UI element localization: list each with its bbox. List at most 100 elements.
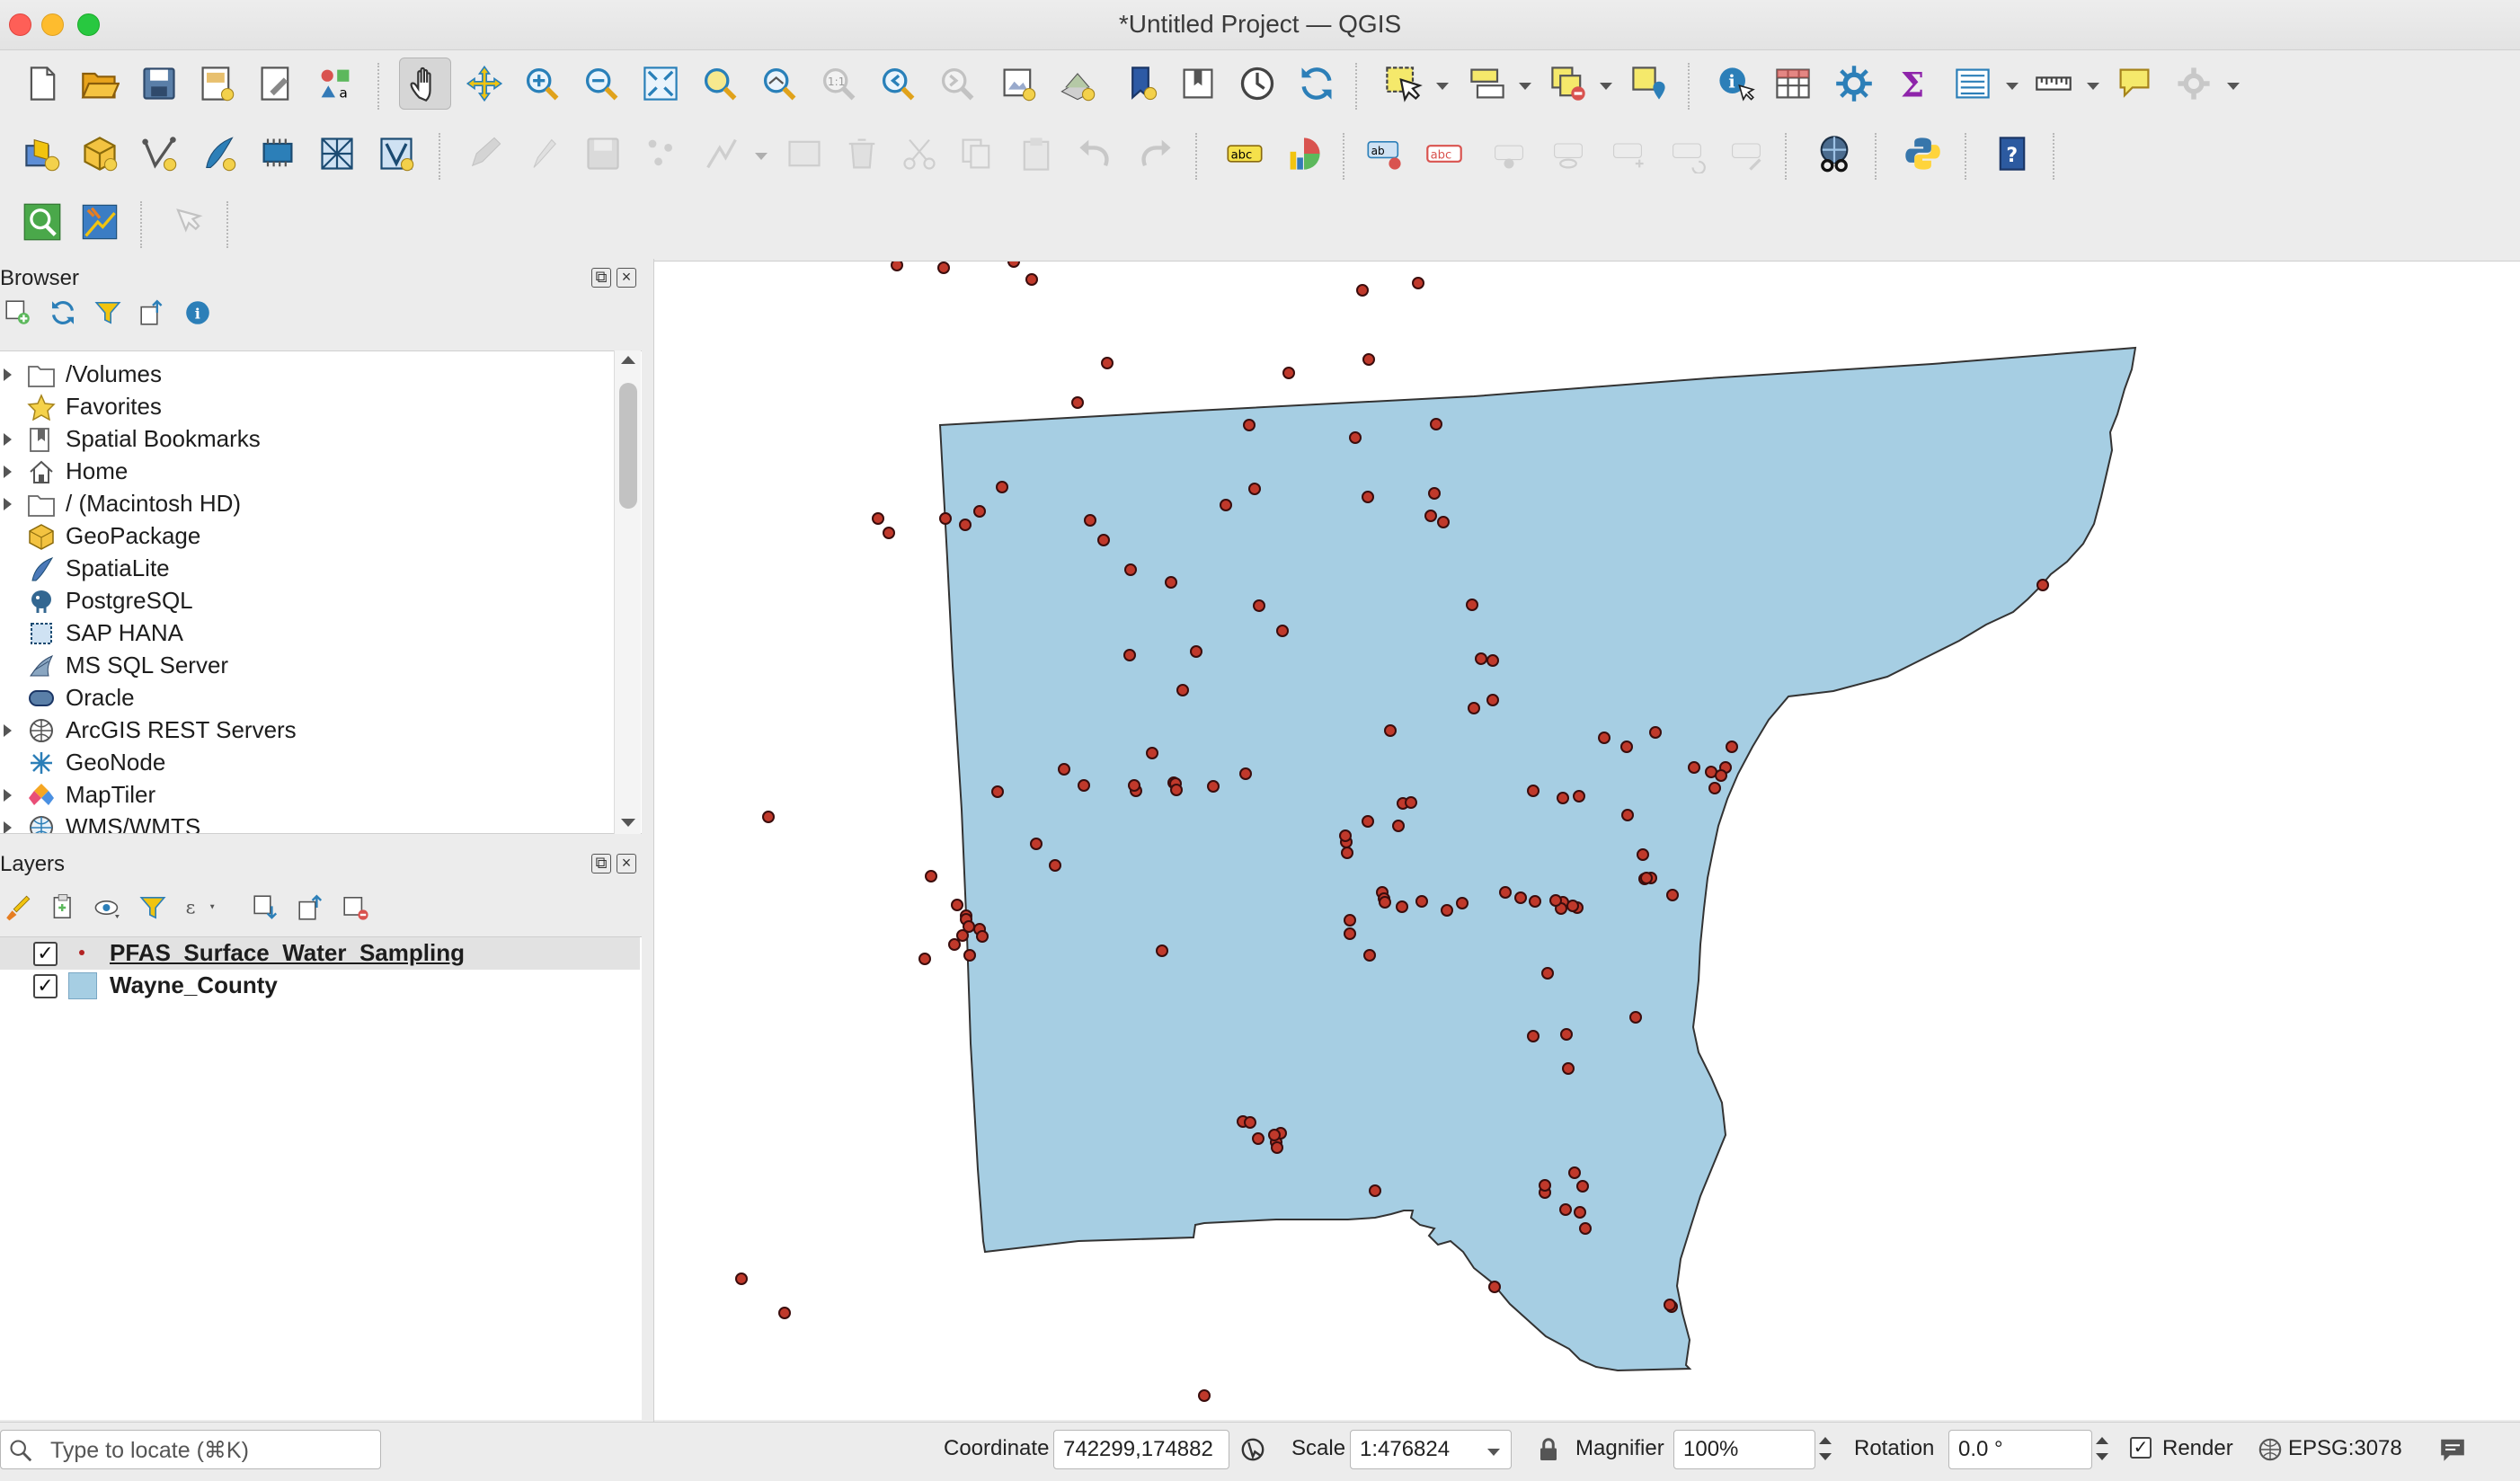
move-label-icon[interactable] bbox=[1602, 128, 1654, 180]
browser-scroll-thumb[interactable] bbox=[619, 383, 637, 509]
sample-point[interactable] bbox=[1424, 510, 1437, 522]
expand-all-icon[interactable] bbox=[248, 890, 284, 926]
sample-point[interactable] bbox=[1475, 652, 1487, 665]
sample-point[interactable] bbox=[1664, 1299, 1676, 1311]
zoom-native-resolution-icon[interactable]: 1:1 bbox=[812, 58, 865, 110]
help-contents-icon[interactable]: ? bbox=[1986, 128, 2038, 180]
layer-labeling-options-icon[interactable]: abc bbox=[1219, 128, 1271, 180]
wayne-county-polygon[interactable] bbox=[938, 346, 2137, 1372]
browser-item[interactable]: MapTiler bbox=[0, 779, 611, 811]
browser-item[interactable]: /Volumes bbox=[0, 359, 611, 391]
browser-item[interactable]: ArcGIS REST Servers bbox=[0, 714, 611, 747]
sample-point[interactable] bbox=[1621, 809, 1634, 821]
sample-point[interactable] bbox=[1527, 1030, 1540, 1042]
sample-point[interactable] bbox=[1568, 1166, 1581, 1179]
sample-point[interactable] bbox=[2036, 579, 2049, 591]
sample-point[interactable] bbox=[1268, 1129, 1281, 1141]
attribute-dropdown-arrow[interactable] bbox=[2006, 83, 2019, 90]
sample-point[interactable] bbox=[925, 870, 937, 882]
deselect-features-icon[interactable] bbox=[1542, 58, 1594, 110]
scale-dropdown-arrow[interactable] bbox=[1487, 1449, 1500, 1456]
filter-by-expression-icon[interactable]: ε bbox=[180, 890, 225, 926]
sample-point[interactable] bbox=[1207, 780, 1220, 793]
sample-point[interactable] bbox=[1384, 724, 1397, 737]
sample-point[interactable] bbox=[1253, 599, 1265, 612]
sample-point[interactable] bbox=[1562, 1062, 1575, 1075]
select-dropdown-arrow[interactable] bbox=[1436, 83, 1449, 90]
sample-point[interactable] bbox=[1726, 740, 1738, 753]
sample-point[interactable] bbox=[1640, 872, 1653, 884]
sample-point[interactable] bbox=[937, 262, 950, 274]
sample-point[interactable] bbox=[1529, 895, 1541, 908]
browser-item[interactable]: Oracle bbox=[0, 682, 611, 714]
sample-point[interactable] bbox=[762, 811, 775, 823]
new-3d-map-view-icon[interactable] bbox=[1051, 58, 1104, 110]
filter-browser-icon[interactable] bbox=[90, 295, 126, 331]
measure-line-icon[interactable] bbox=[2028, 58, 2080, 110]
zoom-next-icon[interactable] bbox=[931, 58, 983, 110]
sample-point[interactable] bbox=[1369, 1184, 1381, 1197]
browser-item[interactable]: GeoNode bbox=[0, 747, 611, 779]
digitize-point-icon[interactable] bbox=[636, 128, 688, 180]
settings-dropdown-arrow[interactable] bbox=[2227, 83, 2240, 90]
sample-point[interactable] bbox=[1412, 277, 1424, 289]
pan-map-icon[interactable] bbox=[399, 58, 451, 110]
modify-attributes-icon[interactable] bbox=[778, 128, 830, 180]
identify-features-icon[interactable]: i bbox=[1709, 58, 1761, 110]
expand-arrow-icon[interactable] bbox=[4, 368, 12, 381]
plugin-settings-icon[interactable] bbox=[2168, 58, 2220, 110]
layers-tree[interactable]: ✓ PFAS_Surface_Water_Sampling ✓ Wayne_Co… bbox=[0, 936, 642, 1420]
browser-item[interactable]: Spatial Bookmarks bbox=[0, 423, 611, 456]
python-console-icon[interactable] bbox=[1896, 128, 1948, 180]
sample-point[interactable] bbox=[1101, 357, 1114, 369]
measure-pointer-icon[interactable] bbox=[162, 196, 214, 248]
browser-item[interactable]: GeoPackage bbox=[0, 520, 611, 553]
remove-layer-icon[interactable] bbox=[338, 890, 374, 926]
sample-point[interactable] bbox=[1549, 894, 1562, 907]
new-project-icon[interactable] bbox=[16, 58, 68, 110]
coordinate-field[interactable]: 742299,174882 bbox=[1053, 1430, 1229, 1469]
browser-panel-close-button[interactable]: × bbox=[617, 268, 636, 288]
new-geopackage-layer-icon[interactable] bbox=[74, 128, 126, 180]
layer-visibility-checkbox[interactable]: ✓ bbox=[33, 942, 58, 966]
sample-point[interactable] bbox=[1576, 1180, 1589, 1193]
paste-features-icon[interactable] bbox=[1010, 128, 1062, 180]
undo-icon[interactable] bbox=[1069, 128, 1122, 180]
sample-point[interactable] bbox=[1362, 353, 1375, 366]
sample-point[interactable] bbox=[948, 938, 961, 951]
layout-manager-icon[interactable] bbox=[250, 58, 302, 110]
sample-point[interactable] bbox=[1128, 779, 1140, 792]
crs-label[interactable]: EPSG:3078 bbox=[2288, 1436, 2402, 1461]
manage-map-themes-icon[interactable] bbox=[90, 890, 126, 926]
open-project-icon[interactable] bbox=[74, 58, 126, 110]
sample-point[interactable] bbox=[1379, 896, 1391, 909]
sample-point[interactable] bbox=[1396, 900, 1408, 913]
zoom-out-icon[interactable] bbox=[575, 58, 627, 110]
change-label-properties-icon[interactable] bbox=[1720, 128, 1772, 180]
sample-point[interactable] bbox=[735, 1273, 748, 1285]
sample-point[interactable] bbox=[1666, 889, 1679, 901]
sample-point[interactable] bbox=[973, 505, 986, 518]
show-spatial-bookmarks-icon[interactable] bbox=[1172, 58, 1224, 110]
select-by-location-icon[interactable] bbox=[1623, 58, 1675, 110]
sample-point[interactable] bbox=[1415, 895, 1428, 908]
plugin-tool-icon[interactable] bbox=[74, 196, 126, 248]
sample-point[interactable] bbox=[1527, 785, 1540, 797]
new-temporary-layer-icon[interactable] bbox=[252, 128, 304, 180]
sample-point[interactable] bbox=[891, 262, 903, 271]
data-source-manager-icon[interactable] bbox=[16, 128, 68, 180]
sample-point[interactable] bbox=[1557, 792, 1569, 804]
new-virtual-layer-icon[interactable] bbox=[370, 128, 422, 180]
save-project-icon[interactable] bbox=[133, 58, 185, 110]
collapse-all-layers-icon[interactable] bbox=[293, 890, 329, 926]
sample-point[interactable] bbox=[872, 512, 884, 525]
sample-point[interactable] bbox=[1252, 1132, 1264, 1145]
vertex-tool-dropdown-arrow[interactable] bbox=[755, 153, 768, 160]
select-features-icon[interactable] bbox=[1377, 58, 1429, 110]
sample-point[interactable] bbox=[1349, 431, 1362, 444]
map-canvas[interactable] bbox=[654, 261, 2520, 1420]
messages-icon[interactable] bbox=[2437, 1435, 2468, 1464]
sample-point[interactable] bbox=[939, 512, 952, 525]
sample-point[interactable] bbox=[1243, 419, 1256, 431]
sample-point[interactable] bbox=[1339, 829, 1352, 842]
